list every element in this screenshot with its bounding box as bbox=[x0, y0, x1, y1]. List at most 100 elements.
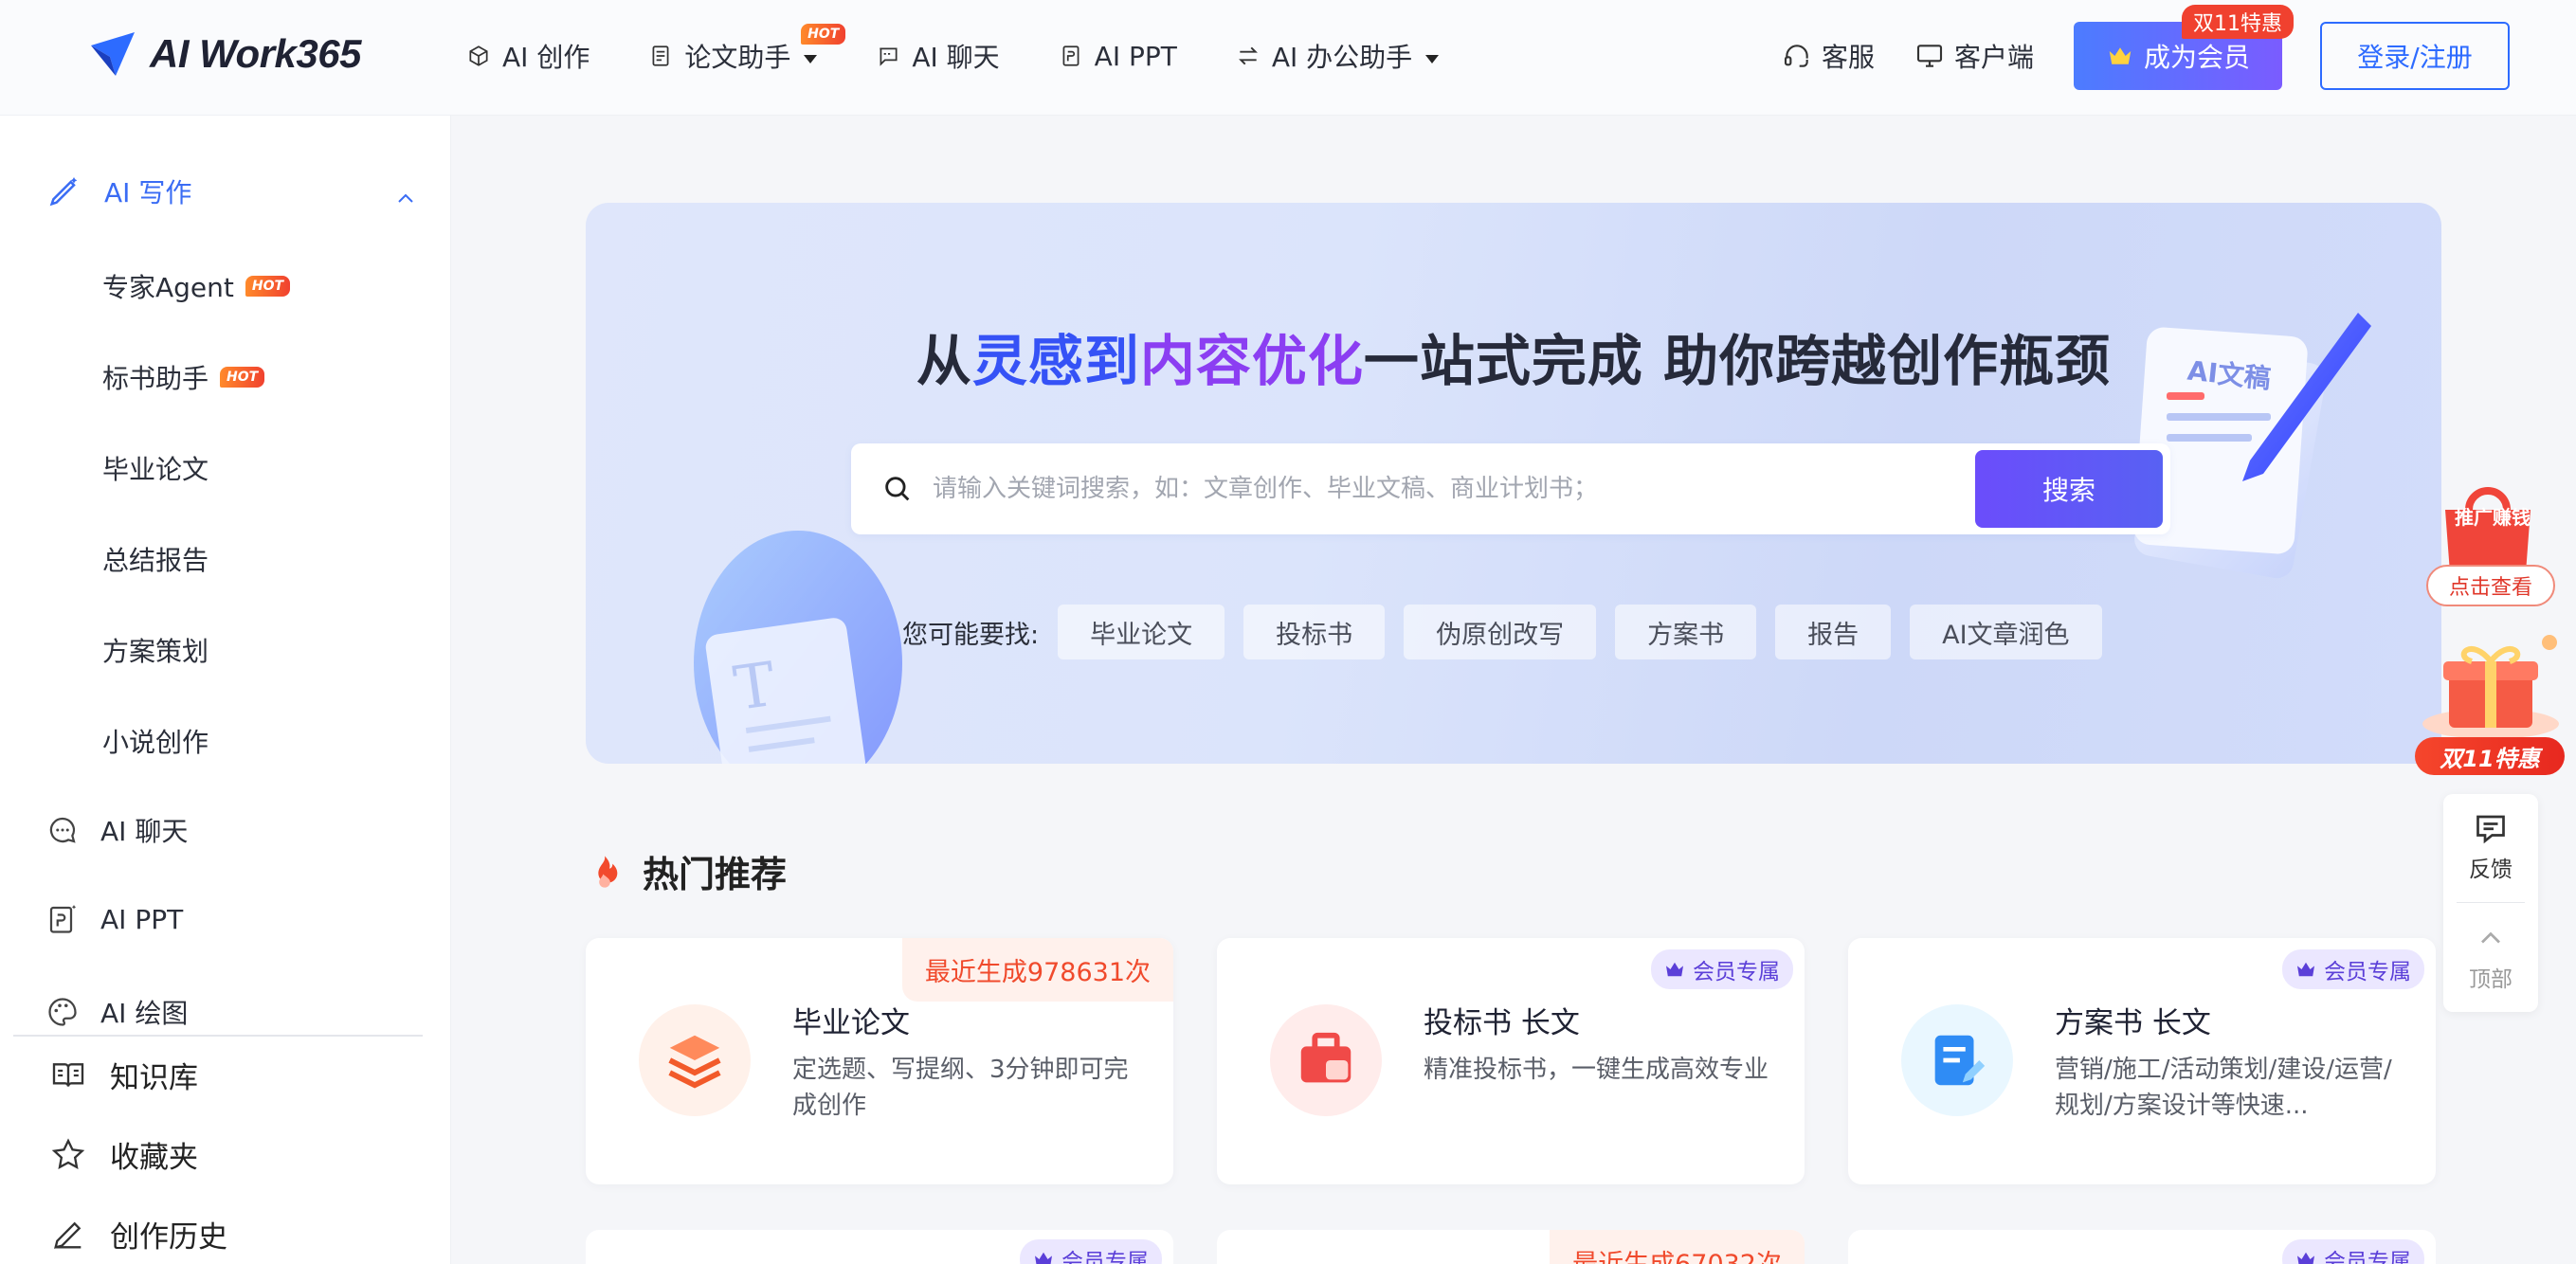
suggest-chip[interactable]: 方案书 bbox=[1615, 605, 1757, 659]
nav-ai-chat[interactable]: AI 聊天 bbox=[876, 37, 1000, 75]
search-button[interactable]: 搜索 bbox=[1975, 450, 2163, 528]
chevron-up-icon bbox=[2481, 931, 2500, 944]
become-member-button[interactable]: 成为会员 双11特惠 bbox=[2074, 5, 2294, 90]
nav-ai-create-label: AI 创作 bbox=[502, 42, 590, 73]
sidebar-group-label: AI 写作 bbox=[104, 177, 192, 208]
briefcase-icon bbox=[1300, 1032, 1351, 1083]
document-icon bbox=[652, 45, 669, 66]
card-title: 毕业论文 bbox=[792, 1006, 910, 1040]
sidebar-item-label: 小说创作 bbox=[102, 727, 209, 758]
feedback-button[interactable]: 反馈 bbox=[2443, 811, 2538, 883]
promo-tag: 双11特惠 bbox=[2182, 5, 2294, 39]
card-bid-document[interactable]: 会员专属 投标书 长文 精准投标书，一键生成高效专业 bbox=[1217, 938, 1805, 1184]
customer-service-link[interactable]: 客服 bbox=[1782, 37, 1875, 75]
sidebar-item-bid-assistant[interactable]: 标书助手 HOT bbox=[102, 358, 265, 396]
login-register-button[interactable]: 登录/注册 bbox=[2320, 22, 2510, 90]
chevron-down-icon bbox=[804, 54, 818, 63]
client-download-link[interactable]: 客户端 bbox=[1914, 37, 2034, 75]
crown-icon bbox=[2297, 1252, 2314, 1264]
hero-title-part2: 一站式完成 助你跨越创作瓶颈 bbox=[1363, 329, 2112, 393]
chat-bubble-icon bbox=[49, 817, 76, 843]
hot-badge: HOT bbox=[801, 24, 846, 45]
chat-icon bbox=[880, 47, 898, 66]
sidebar-item-knowledge-base[interactable]: 知识库 bbox=[49, 1054, 198, 1096]
card-row2-1[interactable]: 会员专属 bbox=[586, 1230, 1173, 1264]
client-label: 客户端 bbox=[1953, 42, 2034, 73]
sidebar-item-expert-agent[interactable]: 专家Agent HOT bbox=[102, 267, 291, 305]
become-member-label: 成为会员 bbox=[2143, 42, 2250, 73]
sidebar-item-label: AI PPT bbox=[100, 903, 184, 935]
card-proposal[interactable]: 会员专属 方案书 长文 营销/施工/活动策划/建设/运营/规划/方案设计等快速.… bbox=[1848, 938, 2436, 1184]
sidebar-item-label: 总结报告 bbox=[102, 545, 209, 576]
search-bar: 搜索 bbox=[851, 443, 2170, 534]
hero-banner: T AI文稿 从灵感到内容优化一站式完成 助你跨越创作瓶颈 搜索 您可能要找: … bbox=[586, 203, 2441, 764]
sidebar-item-favorites[interactable]: 收藏夹 bbox=[49, 1133, 198, 1176]
section-hot-recommend: 热门推荐 bbox=[586, 845, 787, 897]
sidebar-item-history[interactable]: 创作历史 bbox=[49, 1213, 227, 1255]
headset-icon bbox=[1784, 45, 1808, 67]
card-icon-wrap bbox=[1901, 1004, 2013, 1116]
brand-logo[interactable]: AI Work365 bbox=[87, 28, 362, 80]
nav-ai-create[interactable]: AI 创作 bbox=[466, 37, 590, 75]
card-description: 精准投标书，一键生成高效专业 bbox=[1424, 1056, 1769, 1084]
sidebar-item-ai-drawing[interactable]: AI 绘图 bbox=[45, 993, 188, 1031]
hero-title-accent1: 灵感到 bbox=[971, 329, 1140, 393]
suggest-chip[interactable]: 毕业论文 bbox=[1058, 605, 1225, 659]
book-icon bbox=[52, 1062, 84, 1087]
sidebar-item-thesis[interactable]: 毕业论文 bbox=[102, 449, 209, 487]
suggest-chip[interactable]: 伪原创改写 bbox=[1404, 605, 1597, 659]
ppt-icon bbox=[1062, 45, 1079, 66]
nav-thesis-label: 论文助手 bbox=[684, 42, 791, 73]
suggest-chip[interactable]: 报告 bbox=[1775, 605, 1892, 659]
card-icon-wrap bbox=[639, 1004, 751, 1116]
crown-icon bbox=[1035, 1252, 1052, 1264]
card-title: 投标书 长文 bbox=[1424, 1006, 1580, 1040]
file-edit-icon bbox=[1934, 1035, 1986, 1086]
card-icon-wrap bbox=[1270, 1004, 1382, 1116]
search-input[interactable] bbox=[933, 475, 1975, 503]
double11-promo-tag[interactable]: 双11特惠 bbox=[2415, 737, 2565, 775]
sidebar-item-summary-report[interactable]: 总结报告 bbox=[102, 540, 209, 578]
sidebar-item-label: AI 聊天 bbox=[100, 816, 189, 847]
sidebar-item-plan[interactable]: 方案策划 bbox=[102, 631, 209, 669]
chevron-up-icon[interactable] bbox=[394, 188, 417, 210]
sidebar-group-ai-writing[interactable]: AI 写作 bbox=[45, 172, 191, 210]
card-description: 营销/施工/活动策划/建设/运营/规划/方案设计等快速... bbox=[2055, 1056, 2392, 1120]
card-row2-2[interactable]: 最近生成67032次 bbox=[1217, 1230, 1805, 1264]
crown-icon bbox=[2297, 962, 2314, 977]
feedback-icon bbox=[2476, 815, 2505, 844]
suggest-label: 您可能要找: bbox=[902, 620, 1040, 650]
member-only-badge: 会员专属 bbox=[1020, 1239, 1162, 1264]
card-description: 定选题、写提纲、3分钟即可完成创作 bbox=[792, 1056, 1129, 1120]
feedback-label: 反馈 bbox=[2469, 858, 2513, 882]
monitor-icon bbox=[1916, 45, 1943, 67]
back-to-top-button[interactable]: 顶部 bbox=[2443, 921, 2538, 993]
flame-icon bbox=[598, 855, 618, 888]
swap-icon bbox=[1238, 46, 1258, 65]
card-row2-3[interactable]: 会员专属 bbox=[1848, 1230, 2436, 1264]
suggest-chip[interactable]: AI文章润色 bbox=[1910, 605, 2102, 659]
nav-ai-chat-label: AI 聊天 bbox=[912, 42, 1000, 73]
sidebar-item-novel[interactable]: 小说创作 bbox=[102, 722, 209, 760]
sidebar-item-ai-chat[interactable]: AI 聊天 bbox=[45, 811, 188, 849]
card-thesis[interactable]: 最近生成978631次 毕业论文 定选题、写提纲、3分钟即可完成创作 bbox=[586, 938, 1173, 1184]
sidebar-item-label: 收藏夹 bbox=[110, 1141, 198, 1175]
promo-title: 推广赚钱 bbox=[2455, 506, 2531, 529]
hero-title-part1: 从 bbox=[916, 329, 972, 393]
sidebar-item-ai-ppt[interactable]: AI PPT bbox=[45, 902, 183, 936]
nav-ai-ppt[interactable]: AI PPT bbox=[1059, 41, 1177, 72]
member-only-label: 会员专属 bbox=[1693, 960, 1780, 984]
promo-view-button[interactable]: 点击查看 bbox=[2426, 565, 2555, 606]
floating-toolbar: 反馈 顶部 bbox=[2443, 794, 2538, 1012]
sidebar: AI 写作 专家Agent HOT 标书助手 HOT 毕业论文 总结报告 方案策… bbox=[0, 116, 451, 1264]
stack-icon bbox=[668, 1035, 721, 1089]
suggest-chip[interactable]: 投标书 bbox=[1243, 605, 1386, 659]
gift-box-icon[interactable] bbox=[2415, 629, 2567, 743]
nav-office-assistant[interactable]: AI 办公助手 bbox=[1236, 37, 1440, 75]
member-only-badge: 会员专属 bbox=[2282, 1239, 2424, 1264]
hot-badge: HOT bbox=[245, 276, 291, 297]
logo-icon bbox=[91, 32, 135, 76]
sidebar-item-label: 专家Agent bbox=[102, 272, 234, 303]
nav-office-label: AI 办公助手 bbox=[1271, 42, 1413, 73]
nav-thesis-assistant[interactable]: 论文助手 HOT bbox=[648, 24, 846, 75]
